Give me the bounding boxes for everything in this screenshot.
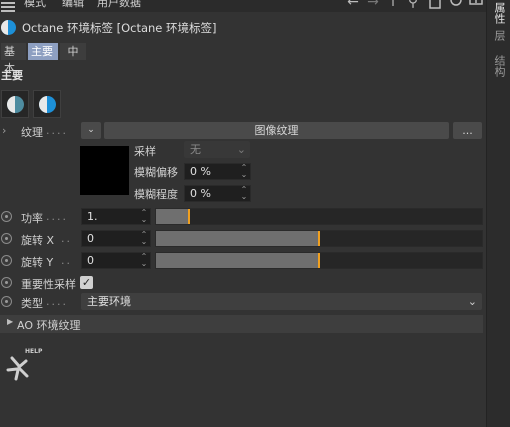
type-dots: ....	[46, 295, 68, 308]
panel-title: Octane 环境标签 [Octane 环境标签]	[22, 21, 217, 35]
rotate-y-value: 0	[87, 254, 94, 267]
preset-blue-button[interactable]	[33, 90, 61, 118]
stepper-icon[interactable]: ⌃ ⌄	[140, 209, 148, 224]
rotate-x-label: 旋转 X	[21, 234, 55, 247]
image-texture-button[interactable]: 图像纹理	[104, 122, 449, 139]
rotate-y-label: 旋转 Y	[21, 256, 54, 269]
rotate-x-field[interactable]: 0 ⌃ ⌄	[81, 230, 151, 247]
chevron-down-icon: ⌄	[87, 125, 95, 135]
preset-gray-button[interactable]	[1, 90, 29, 118]
hamburger-icon[interactable]	[1, 0, 15, 12]
chevron-down-icon: ⌄	[236, 143, 246, 156]
stepper-icon[interactable]: ⌃ ⌄	[240, 186, 248, 201]
half-disc-icon	[39, 96, 56, 113]
menu-edit[interactable]: 编辑	[62, 0, 84, 10]
stepper-icon[interactable]: ⌃ ⌄	[240, 164, 248, 179]
slider-handle[interactable]	[188, 209, 190, 224]
target-icon[interactable]	[449, 0, 463, 9]
stepper-icon[interactable]: ⌃ ⌄	[140, 253, 148, 268]
importance-sampling-label: 重要性采样	[21, 278, 76, 291]
half-disc-icon	[7, 96, 24, 113]
sampling-label: 采样	[134, 145, 156, 158]
check-icon: ✓	[81, 276, 92, 289]
side-tab-attributes[interactable]: 属性	[489, 2, 507, 24]
chevron-down-icon: ⌄	[467, 295, 477, 308]
power-slider[interactable]	[155, 208, 483, 225]
texture-dots: ....	[46, 124, 68, 137]
texture-menu-button[interactable]: ⌄	[81, 122, 101, 139]
menubar: 模式 编辑 用户数据 ← → ↑ ⚲	[0, 0, 486, 12]
sampling-select[interactable]: 无 ⌄	[184, 141, 250, 158]
power-field[interactable]: 1. ⌃ ⌄	[81, 208, 151, 225]
texture-preview	[80, 146, 129, 195]
keyframe-dot-icon[interactable]	[1, 211, 12, 222]
blur-offset-field[interactable]: 0 % ⌃ ⌄	[184, 163, 251, 180]
blur-degree-value: 0 %	[190, 187, 211, 200]
ao-texture-group[interactable]: ▶ AO 环境纹理	[0, 315, 483, 333]
lock-icon[interactable]	[428, 0, 442, 9]
texture-more-button[interactable]: ...	[453, 122, 482, 139]
side-tab-layers[interactable]: 层	[489, 30, 507, 41]
blur-degree-field[interactable]: 0 % ⌃ ⌄	[184, 185, 251, 202]
keyframe-dot-icon[interactable]	[1, 296, 12, 307]
blur-offset-value: 0 %	[190, 165, 211, 178]
blur-offset-label: 模糊偏移	[134, 166, 178, 179]
blur-degree-label: 模糊程度	[134, 188, 178, 201]
keyframe-dot-icon[interactable]	[1, 255, 12, 266]
power-label: 功率	[21, 212, 43, 225]
rotate-y-slider[interactable]	[155, 252, 483, 269]
octane-environment-tag-icon	[1, 20, 16, 35]
new-panel-icon[interactable]	[469, 0, 483, 9]
rotate-x-dots: ..	[61, 232, 72, 245]
expand-chevron-icon[interactable]: ›	[2, 124, 6, 137]
up-arrow-icon[interactable]: ↑	[386, 0, 400, 9]
menu-mode[interactable]: 模式	[24, 0, 46, 10]
stepper-icon[interactable]: ⌃ ⌄	[140, 231, 148, 246]
keyframe-dot-icon[interactable]	[1, 277, 12, 288]
type-label: 类型	[21, 297, 43, 310]
section-title: 主要	[1, 69, 23, 82]
help-icon[interactable]: HELP	[4, 348, 44, 384]
menu-userdata[interactable]: 用户数据	[97, 0, 141, 10]
slider-handle[interactable]	[318, 231, 320, 246]
tab-medium[interactable]: 中	[60, 43, 86, 60]
forward-arrow-icon[interactable]: →	[366, 0, 380, 9]
back-arrow-icon[interactable]: ←	[346, 0, 360, 9]
texture-label: 纹理	[21, 126, 43, 139]
power-dots: ....	[46, 210, 68, 223]
tab-main[interactable]: 主要	[28, 43, 58, 60]
octane-logo-icon	[6, 356, 29, 381]
power-value: 1.	[87, 210, 98, 223]
tab-basic[interactable]: 基本	[1, 43, 26, 75]
sampling-value: 无	[190, 143, 201, 156]
rotate-y-dots: ..	[61, 254, 72, 267]
search-icon[interactable]: ⚲	[406, 0, 420, 9]
type-select[interactable]: 主要环境 ⌄	[81, 293, 482, 310]
ao-texture-label: AO 环境纹理	[17, 319, 81, 332]
importance-sampling-checkbox[interactable]: ✓	[80, 276, 93, 289]
keyframe-dot-icon[interactable]	[1, 233, 12, 244]
rotate-x-slider[interactable]	[155, 230, 483, 247]
side-tab-structure[interactable]: 结构	[489, 55, 507, 77]
slider-handle[interactable]	[318, 253, 320, 268]
rotate-x-value: 0	[87, 232, 94, 245]
expand-triangle-icon[interactable]: ▶	[7, 317, 13, 326]
type-value: 主要环境	[87, 295, 131, 308]
rotate-y-field[interactable]: 0 ⌃ ⌄	[81, 252, 151, 269]
